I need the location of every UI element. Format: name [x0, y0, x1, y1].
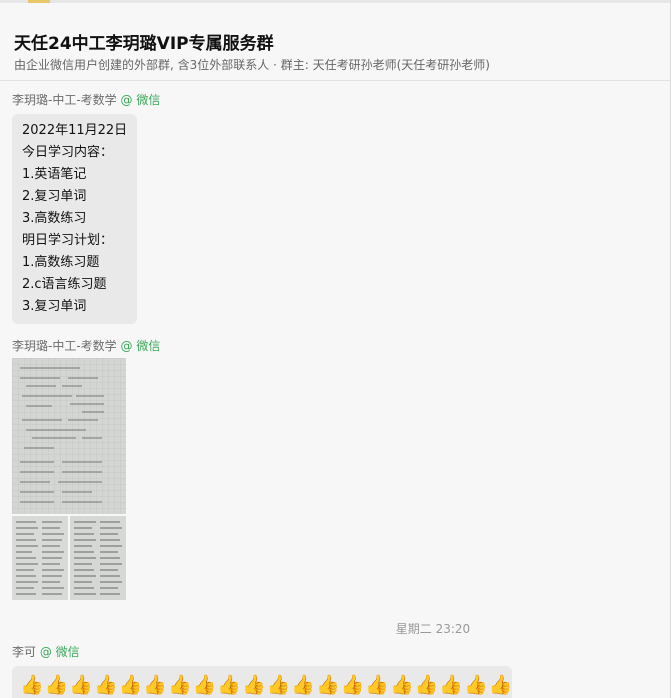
- bubble-line: 明日学习计划：: [22, 233, 114, 248]
- thumbs-up-icon: 👍: [242, 674, 266, 696]
- thumbs-up-icon: 👍: [168, 674, 192, 696]
- thumbs-up-icon: 👍: [340, 674, 365, 696]
- image-row: [12, 516, 126, 600]
- wechat-source-tag: @ 微信: [120, 93, 161, 107]
- thumbs-up-icon: 👍: [266, 674, 291, 696]
- thumbs-up-icon: 👍: [69, 674, 94, 696]
- message-emoji: 李可 @ 微信 👍👍👍👍👍👍👍👍👍👍👍👍👍👍👍👍👍👍👍👍: [12, 644, 512, 698]
- thumbs-up-icon: 👍: [316, 674, 340, 696]
- thumbs-up-icon: 👍: [217, 674, 242, 696]
- sender-name: 李可: [12, 645, 37, 659]
- message-sender[interactable]: 李玥璐-中工-考数学 @ 微信: [12, 92, 160, 108]
- message-images: 李玥璐-中工-考数学 @ 微信: [12, 338, 160, 600]
- message-sender[interactable]: 李玥璐-中工-考数学 @ 微信: [12, 338, 160, 354]
- sender-name: 李玥璐-中工-考数学: [12, 93, 117, 107]
- chat-header: 天任24中工李玥璐VIP专属服务群 由企业微信用户创建的外部群, 含3位外部联系…: [0, 3, 671, 81]
- thumbs-up-icon: 👍: [488, 674, 512, 696]
- thumbs-up-icon: 👍: [94, 674, 118, 696]
- notebook-page-photo-left[interactable]: [12, 516, 68, 600]
- group-title[interactable]: 天任24中工李玥璐VIP专属服务群: [14, 29, 274, 54]
- thumbs-up-icon: 👍: [365, 674, 390, 696]
- notebook-page-photo-right[interactable]: [70, 516, 126, 600]
- message-timestamp: 星期二 23:20: [395, 622, 471, 636]
- thumbs-up-icon: 👍: [20, 674, 44, 696]
- group-subtitle: 由企业微信用户创建的外部群, 含3位外部联系人 · 群主: 天任考研孙老师(天任…: [14, 58, 490, 72]
- bubble-line: 1.高数练习题: [22, 255, 100, 270]
- bubble-line: 2.复习单词: [22, 189, 87, 204]
- thumbs-up-icon: 👍: [44, 674, 69, 696]
- thumbs-up-icon: 👍: [291, 674, 316, 696]
- text-bubble[interactable]: 2022年11月22日 今日学习内容： 1.英语笔记 2.复习单词 3.高数练习…: [12, 114, 138, 324]
- bubble-line: 3.复习单词: [22, 299, 87, 314]
- message-text: 李玥璐-中工-考数学 @ 微信 2022年11月22日 今日学习内容： 1.英语…: [12, 92, 160, 324]
- thumbs-up-icon: 👍: [143, 674, 168, 696]
- thumbs-up-icon: 👍: [192, 674, 217, 696]
- bubble-line: 2.c语言练习题: [22, 277, 107, 292]
- thumbs-up-icon: 👍: [439, 674, 464, 696]
- bubble-line: 2022年11月22日: [22, 123, 128, 138]
- thumbs-up-icon: 👍: [390, 674, 414, 696]
- sender-name: 李玥璐-中工-考数学: [12, 339, 117, 353]
- bubble-line: 3.高数练习: [22, 211, 87, 226]
- thumbs-up-icon: 👍: [414, 674, 439, 696]
- bubble-line: 今日学习内容：: [22, 145, 114, 160]
- thumbs-up-icon: 👍: [464, 674, 488, 696]
- image-group: [12, 358, 126, 600]
- wechat-source-tag: @ 微信: [120, 339, 161, 353]
- thumbs-up-icon: 👍: [118, 674, 143, 696]
- handwritten-notes-photo[interactable]: [12, 358, 126, 514]
- wechat-source-tag: @ 微信: [39, 645, 80, 659]
- emoji-bubble[interactable]: 👍👍👍👍👍👍👍👍👍👍👍👍👍👍👍👍👍👍👍👍: [12, 666, 512, 698]
- message-sender[interactable]: 李可 @ 微信: [12, 644, 512, 660]
- bubble-line: 1.英语笔记: [22, 167, 87, 182]
